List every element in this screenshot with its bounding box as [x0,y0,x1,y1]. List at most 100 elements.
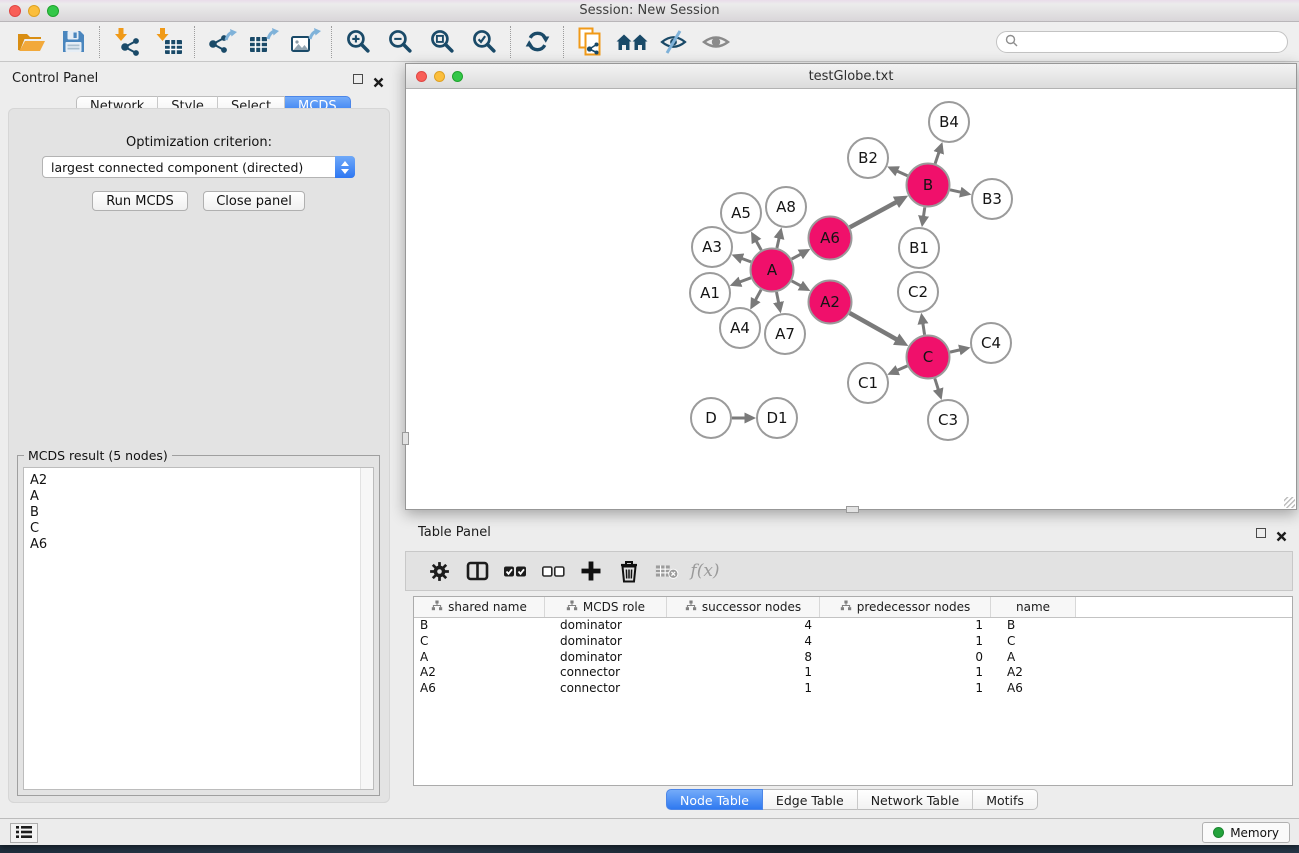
node-B[interactable]: B [907,164,950,207]
node-C4[interactable]: C4 [971,323,1011,363]
table-cell[interactable]: A2 [414,665,545,681]
column-header-successor-nodes[interactable]: successor nodes [667,597,820,617]
edge-C-C1[interactable] [897,366,907,370]
bottom-edge-grip[interactable] [846,506,859,513]
zoom-fit-icon[interactable] [425,25,459,59]
column-header-MCDS-role[interactable]: MCDS role [545,597,667,617]
zoom-in-icon[interactable] [341,25,375,59]
import-table-icon[interactable] [151,25,185,59]
column-header-predecessor-nodes[interactable]: predecessor nodes [820,597,991,617]
memory-button[interactable]: Memory [1202,822,1290,843]
edge-C-C4[interactable] [950,350,960,352]
mcds-result-list[interactable]: A2ABCA6 [23,467,374,790]
table-cell[interactable]: dominator [545,618,667,634]
node-D1[interactable]: D1 [757,398,797,438]
table-cell[interactable]: 4 [667,634,820,650]
optimization-select[interactable]: largest connected component (directed) [42,156,355,178]
network-window-titlebar[interactable]: testGlobe.txt [406,64,1296,89]
show-all-icon[interactable] [699,25,733,59]
tab-node-table[interactable]: Node Table [666,789,763,810]
table-cell[interactable]: A6 [991,681,1076,697]
tab-edge-table[interactable]: Edge Table [763,789,858,810]
table-cell[interactable]: C [991,634,1076,650]
settings-icon[interactable] [427,559,451,583]
table-cell[interactable]: A2 [991,665,1076,681]
deselect-all-checkboxes-icon[interactable] [541,559,565,583]
edge-A6-B[interactable] [850,202,897,227]
delete-columns-icon[interactable] [617,559,641,583]
minimize-window-button[interactable] [28,5,40,17]
table-cell[interactable]: 1 [820,665,991,681]
table-cell[interactable]: B [414,618,545,634]
table-cell[interactable]: 1 [820,634,991,650]
node-A4[interactable]: A4 [720,308,760,348]
zoom-out-icon[interactable] [383,25,417,59]
search-input[interactable] [1022,33,1287,51]
hide-selected-icon[interactable] [657,25,691,59]
table-cell[interactable]: C [414,634,545,650]
table-cell[interactable]: 1 [820,618,991,634]
run-mcds-button[interactable]: Run MCDS [92,191,188,211]
table-row[interactable]: A6connector11A6 [414,681,1292,697]
table-cell[interactable]: A [991,650,1076,666]
column-header-name[interactable]: name [991,597,1076,617]
resize-grip-icon[interactable] [1284,497,1295,508]
close-window-button[interactable] [9,5,21,17]
table-cell[interactable]: B [991,618,1076,634]
mcds-result-item[interactable]: A6 [24,537,373,553]
export-network-icon[interactable] [204,25,238,59]
network-canvas[interactable]: B4B2BB3A8A5A6A3B1AA1C2A2A4A7C4CC1C3DD1 [406,89,1296,509]
node-B2[interactable]: B2 [848,138,888,178]
node-C2[interactable]: C2 [898,272,938,312]
node-A8[interactable]: A8 [766,187,806,227]
minimize-network-window-button[interactable] [434,71,445,82]
edge-A-A6[interactable] [792,254,801,259]
node-A2[interactable]: A2 [809,281,852,324]
node-B3[interactable]: B3 [972,179,1012,219]
zoom-selected-icon[interactable] [467,25,501,59]
node-A3[interactable]: A3 [692,227,732,267]
table-cell[interactable]: 1 [667,681,820,697]
float-table-panel-icon[interactable] [1256,528,1266,538]
add-column-icon[interactable] [579,559,603,583]
zoom-network-window-button[interactable] [452,71,463,82]
node-D[interactable]: D [691,398,731,438]
table-cell[interactable]: connector [545,681,667,697]
node-C[interactable]: C [907,336,950,379]
tab-motifs[interactable]: Motifs [973,789,1038,810]
node-A7[interactable]: A7 [765,314,805,354]
tab-network-table[interactable]: Network Table [858,789,974,810]
edge-B-B1[interactable] [924,207,925,216]
close-table-panel-icon[interactable] [1276,527,1287,538]
table-cell[interactable]: dominator [545,634,667,650]
select-all-checkboxes-icon[interactable] [503,559,527,583]
column-header-shared-name[interactable]: shared name [414,597,545,617]
table-cell[interactable]: 0 [820,650,991,666]
node-A6[interactable]: A6 [809,217,852,260]
export-table-icon[interactable] [246,25,280,59]
node-B4[interactable]: B4 [929,102,969,142]
edge-B-B3[interactable] [950,190,961,192]
import-network-icon[interactable] [109,25,143,59]
node-B1[interactable]: B1 [899,228,939,268]
mcds-result-item[interactable]: A2 [24,473,373,489]
table-cell[interactable]: 8 [667,650,820,666]
open-session-icon[interactable] [14,25,48,59]
edge-A-A3[interactable] [742,259,751,262]
edge-A-A2[interactable] [792,281,801,286]
node-C1[interactable]: C1 [848,363,888,403]
mcds-result-item[interactable]: C [24,521,373,537]
table-row[interactable]: A2connector11A2 [414,665,1292,681]
network-graph[interactable]: B4B2BB3A8A5A6A3B1AA1C2A2A4A7C4CC1C3DD1 [406,89,1296,509]
edge-A-A1[interactable] [740,278,751,282]
export-image-icon[interactable] [288,25,322,59]
edge-B-B2[interactable] [897,171,907,176]
search-field[interactable] [996,31,1288,53]
table-cell[interactable]: 1 [820,681,991,697]
edge-A-A7[interactable] [777,292,779,303]
mcds-result-item[interactable]: B [24,505,373,521]
table-cell[interactable]: A6 [414,681,545,697]
edge-C-C2[interactable] [923,324,925,335]
table-cell[interactable]: A [414,650,545,666]
table-cell[interactable]: 1 [667,665,820,681]
